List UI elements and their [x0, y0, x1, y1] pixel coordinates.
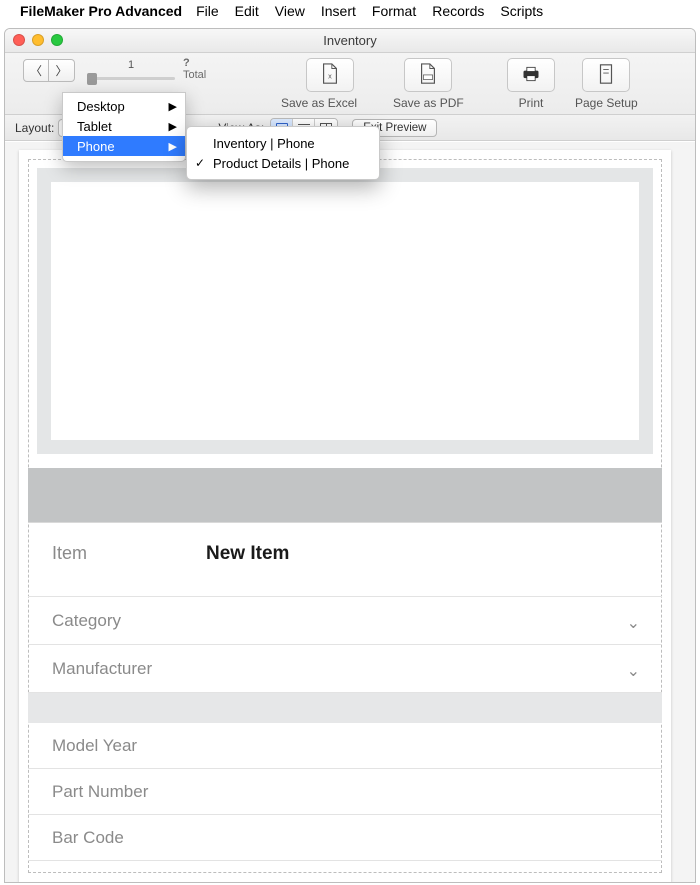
- layout-submenu-phone: Inventory | Phone ✓ Product Details | Ph…: [186, 126, 380, 180]
- manufacturer-field-label: Manufacturer: [52, 659, 152, 679]
- submenu-arrow-icon: ▶: [169, 140, 177, 153]
- menu-view[interactable]: View: [275, 3, 305, 19]
- chevron-down-icon: ⌄: [627, 661, 640, 681]
- submenu-arrow-icon: ▶: [169, 120, 177, 133]
- checkmark-icon: ✓: [195, 156, 205, 170]
- pdf-file-icon: [418, 63, 438, 88]
- preview-page: Item New Item Category ⌄ Manufacturer ⌄ …: [19, 150, 671, 882]
- layout-menu-item-desktop[interactable]: Desktop▶: [63, 96, 185, 116]
- layout-menu-item-phone[interactable]: Phone▶: [63, 136, 185, 156]
- next-page-button[interactable]: 〉: [49, 59, 75, 82]
- header-band: [28, 468, 662, 522]
- prev-page-button[interactable]: 〈: [23, 59, 49, 82]
- layout-menu: Desktop▶ Tablet▶ Phone▶: [62, 92, 186, 162]
- window-close-button[interactable]: [13, 34, 25, 46]
- item-field-value: New Item: [206, 543, 289, 565]
- field-row-model-year: Model Year: [28, 723, 662, 769]
- printer-icon: [521, 63, 541, 88]
- window-zoom-button[interactable]: [51, 34, 63, 46]
- menu-edit[interactable]: Edit: [235, 3, 259, 19]
- window-titlebar: Inventory: [5, 29, 695, 53]
- excel-file-icon: x: [320, 63, 340, 88]
- field-row-bar-code: Bar Code: [28, 815, 662, 861]
- page-number: 1: [87, 59, 175, 71]
- preview-canvas: Item New Item Category ⌄ Manufacturer ⌄ …: [5, 142, 695, 882]
- menu-format[interactable]: Format: [372, 3, 416, 19]
- layout-label: Layout:: [15, 121, 54, 135]
- submenu-item-product-details-phone[interactable]: ✓ Product Details | Phone: [187, 153, 379, 173]
- save-as-excel-button[interactable]: x Save as Excel: [303, 58, 357, 110]
- layout-menu-item-tablet[interactable]: Tablet▶: [63, 116, 185, 136]
- print-button[interactable]: Print: [507, 58, 555, 110]
- window-title: Inventory: [323, 33, 376, 48]
- category-field-label: Category: [52, 611, 121, 631]
- page-setup-icon: [596, 63, 616, 88]
- page-setup-button[interactable]: Page Setup: [575, 58, 638, 110]
- image-placeholder: [51, 182, 639, 440]
- system-menubar: FileMaker Pro Advanced File Edit View In…: [0, 0, 700, 22]
- submenu-arrow-icon: ▶: [169, 100, 177, 113]
- section-divider: [28, 693, 662, 723]
- field-row-category[interactable]: Category ⌄: [28, 597, 662, 645]
- menu-records[interactable]: Records: [432, 3, 484, 19]
- field-row-item: Item New Item: [28, 523, 662, 597]
- window-minimize-button[interactable]: [32, 34, 44, 46]
- app-name[interactable]: FileMaker Pro Advanced: [20, 3, 182, 19]
- chevron-down-icon: ⌄: [627, 613, 640, 633]
- total-indicator: ? Total: [183, 57, 206, 81]
- menu-scripts[interactable]: Scripts: [500, 3, 543, 19]
- menu-file[interactable]: File: [196, 3, 219, 19]
- field-row-manufacturer[interactable]: Manufacturer ⌄: [28, 645, 662, 693]
- submenu-item-inventory-phone[interactable]: Inventory | Phone: [187, 133, 379, 153]
- save-as-pdf-button[interactable]: Save as PDF: [393, 58, 464, 110]
- menu-insert[interactable]: Insert: [321, 3, 356, 19]
- item-field-label: Item: [52, 543, 206, 564]
- svg-text:x: x: [328, 71, 332, 80]
- field-row-part-number: Part Number: [28, 769, 662, 815]
- image-placeholder-frame: [37, 168, 653, 454]
